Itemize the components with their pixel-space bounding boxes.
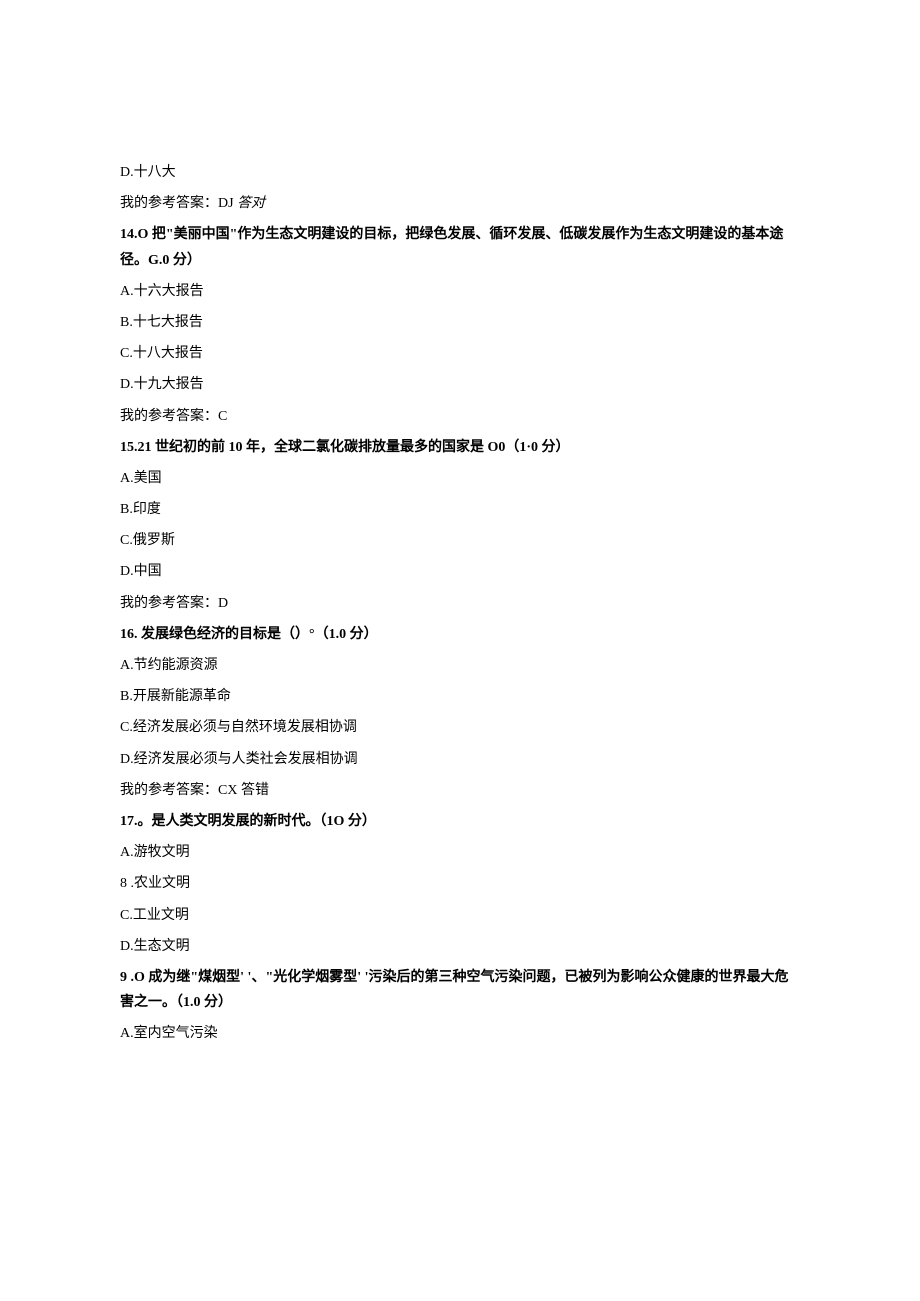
q15-option-a: A.美国 [120, 466, 800, 491]
q15-answer: 我的参考答案：D [120, 591, 800, 616]
q16-stem: 16. 发展绿色经济的目标是（）°（1.0 分） [120, 622, 800, 647]
q15-option-d: D.中国 [120, 559, 800, 584]
q14-stem: 14.O 把"美丽中国"作为生态文明建设的目标，把绿色发展、循环发展、低碳发展作… [120, 222, 800, 272]
q16-answer: 我的参考答案：CX 答错 [120, 778, 800, 803]
q14-option-c: C.十八大报告 [120, 341, 800, 366]
q17-option-b: 8 .农业文明 [120, 871, 800, 896]
q16-option-c: C.经济发展必须与自然环境发展相协调 [120, 715, 800, 740]
q15-option-c: C.俄罗斯 [120, 528, 800, 553]
q13-answer-suffix: 答对 [237, 196, 265, 211]
q15-stem: 15.21 世纪初的前 10 年，全球二氯化碳排放量最多的国家是 O0（1·0 … [120, 435, 800, 460]
q17-option-c: C.工业文明 [120, 903, 800, 928]
q14-option-a: A.十六大报告 [120, 279, 800, 304]
q14-answer: 我的参考答案：C [120, 404, 800, 429]
q16-option-b: B.开展新能源革命 [120, 684, 800, 709]
q14-option-d: D.十九大报告 [120, 372, 800, 397]
q17-option-d: D.生态文明 [120, 934, 800, 959]
q14-option-b: B.十七大报告 [120, 310, 800, 335]
q18-stem: 9 .O 成为继"煤烟型' '、"光化学烟雾型' '污染后的第三种空气污染问题，… [120, 965, 800, 1015]
q16-option-a: A.节约能源资源 [120, 653, 800, 678]
q15-option-b: B.印度 [120, 497, 800, 522]
q13-answer: 我的参考答案：DJ 答对 [120, 191, 800, 216]
q17-option-a: A.游牧文明 [120, 840, 800, 865]
q17-stem: 17.。是人类文明发展的新时代。（1O 分） [120, 809, 800, 834]
q13-option-d: D.十八大 [120, 160, 800, 185]
q16-option-d: D.经济发展必须与人类社会发展相协调 [120, 747, 800, 772]
q18-option-a: A.室内空气污染 [120, 1021, 800, 1046]
q13-answer-prefix: 我的参考答案：DJ [120, 196, 237, 211]
